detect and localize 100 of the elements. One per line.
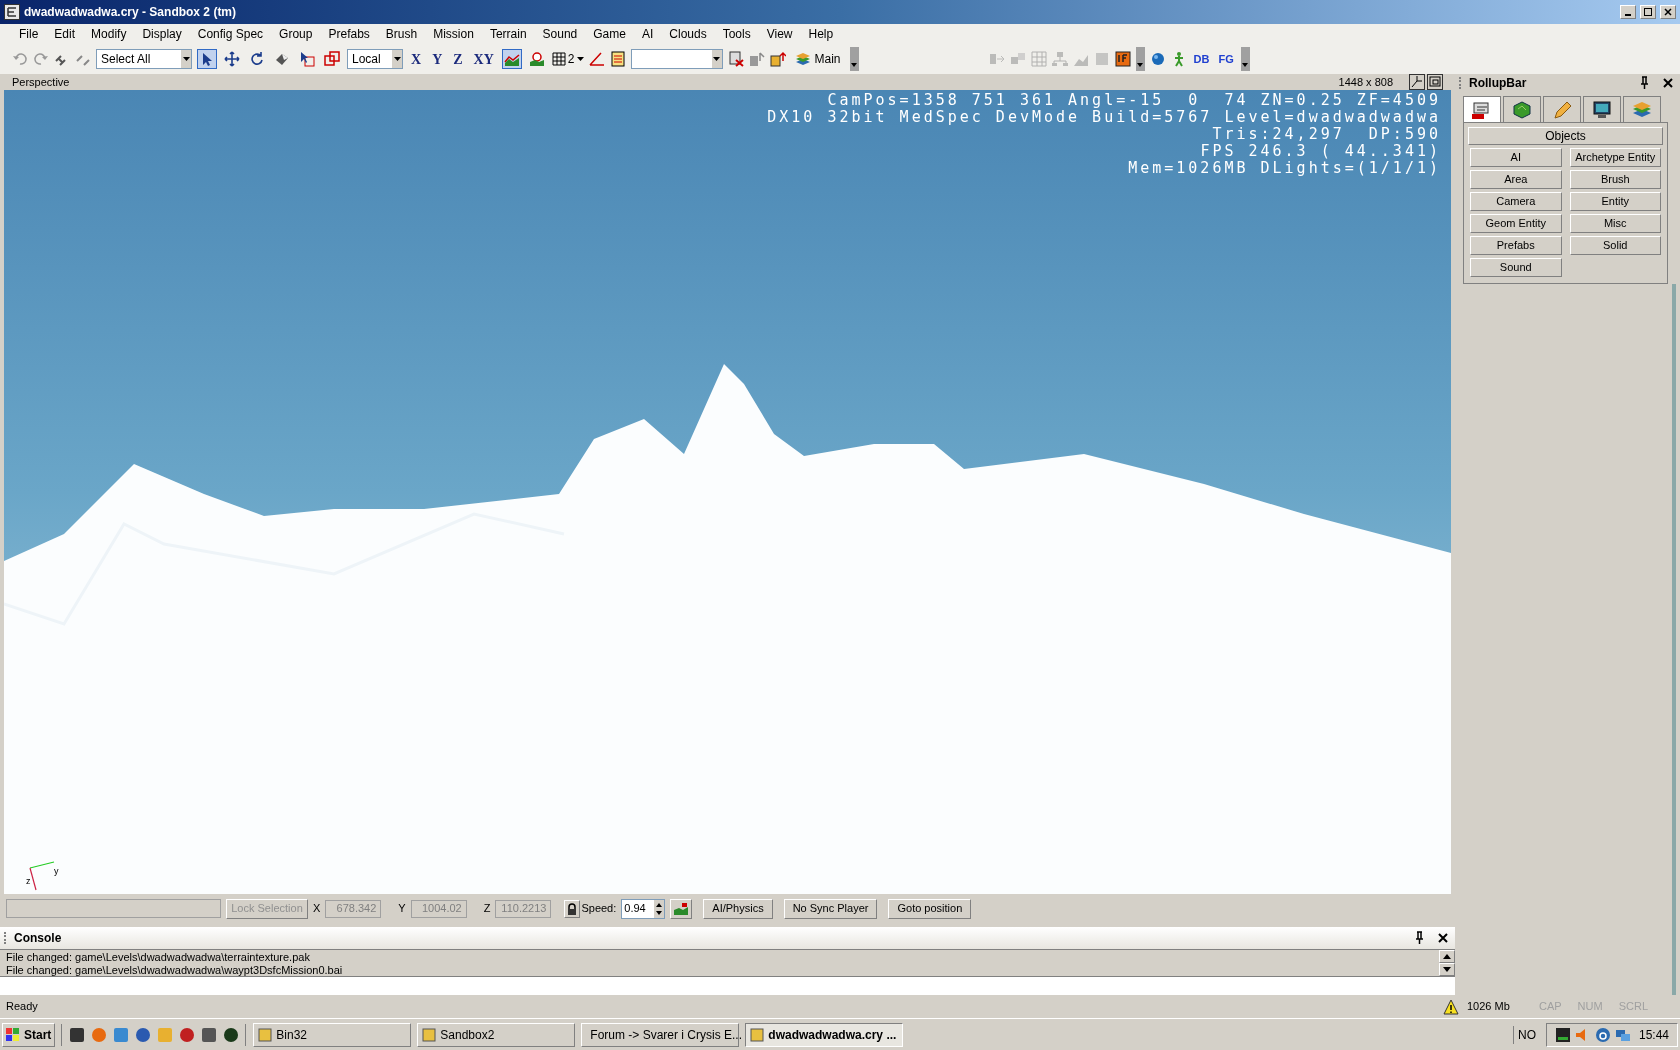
menu-item[interactable]: Modify <box>84 25 134 43</box>
caret-icon <box>576 57 584 61</box>
close-button[interactable] <box>1660 5 1676 19</box>
axis-button[interactable]: Z <box>450 49 466 69</box>
axis-button[interactable]: XY <box>470 49 497 69</box>
menu-item[interactable]: Display <box>135 25 189 43</box>
menu-item[interactable]: File <box>12 25 46 43</box>
action-button[interactable]: No Sync Player <box>783 898 878 919</box>
menu-item[interactable]: Sound <box>535 25 585 43</box>
taskbar-button[interactable]: dwadwadwadwa.cry ... <box>745 1022 904 1047</box>
maximize-button[interactable] <box>1640 5 1656 19</box>
import-icon[interactable] <box>769 51 786 67</box>
object-type-button[interactable]: Area <box>1470 170 1562 189</box>
language-indicator[interactable]: NO <box>1512 1025 1540 1044</box>
object-type-button[interactable]: Brush <box>1569 170 1661 189</box>
menu-item[interactable]: Brush <box>378 25 425 43</box>
clock: 15:44 <box>1638 1026 1669 1044</box>
display-tab-icon[interactable] <box>1583 96 1621 122</box>
debug-toggle[interactable]: DB <box>1191 50 1212 68</box>
axis-button[interactable]: X <box>408 49 425 69</box>
windows-logo-icon <box>6 1027 20 1042</box>
viewport-layout-icon[interactable] <box>1409 74 1425 90</box>
letter-icon[interactable] <box>1594 1026 1611 1043</box>
object-type-button[interactable]: Solid <box>1569 236 1661 255</box>
angle-icon[interactable] <box>588 51 605 67</box>
object-type-button[interactable]: Camera <box>1470 192 1562 211</box>
menu-item[interactable]: AI <box>634 25 661 43</box>
terrain-follow-icon[interactable] <box>670 898 693 919</box>
snap-terrain-icon[interactable] <box>501 49 522 69</box>
object-type-button[interactable]: Archetype Entity <box>1569 148 1661 167</box>
menu-item[interactable]: Tools <box>715 25 758 43</box>
action-button[interactable]: Goto position <box>888 898 972 919</box>
toolbar-overflow-icon[interactable] <box>1135 47 1145 71</box>
menu-item[interactable]: Prefabs <box>321 25 377 43</box>
memory-indicator: 1026 Mb <box>1466 999 1511 1015</box>
taskbar-button[interactable]: Bin32 <box>253 1022 412 1047</box>
taskbar-button[interactable]: Forum -> Svarer i Crysis E... <box>581 1022 740 1047</box>
viewport[interactable]: CamPos=1358 751 361 Angl=-15 0 74 ZN=0.25 ZF=4509 DX10 32bit MedSpec DevMode Build=5767 Level=dwadwadwadwa Tris:24,297 DP:590 FPS 246.3 ( 44..341) Mem=1026MB DLights=(1/1/1) y z <box>4 90 1451 894</box>
layer-button[interactable]: Main <box>790 49 845 69</box>
layers-tab-icon[interactable] <box>1623 96 1661 122</box>
object-type-button[interactable]: Misc <box>1569 214 1661 233</box>
menu-item[interactable]: Terrain <box>482 25 534 43</box>
menu-item[interactable]: Game <box>586 25 633 43</box>
speed-spinner[interactable]: 0.94 <box>621 898 666 919</box>
action-button[interactable]: AI/Physics <box>703 898 773 919</box>
object-type-button[interactable]: AI <box>1470 148 1562 167</box>
object-type-button[interactable]: Entity <box>1569 192 1661 211</box>
object-type-button[interactable]: Prefabs <box>1470 236 1562 255</box>
coordinate-system-dropdown[interactable]: Local <box>347 49 403 69</box>
status-text: Ready <box>6 999 38 1015</box>
object-name-field[interactable] <box>630 49 723 69</box>
window-icon <box>422 1027 437 1042</box>
object-type-button[interactable]: Sound <box>1470 258 1562 277</box>
object-type-button[interactable]: Geom Entity <box>1470 214 1562 233</box>
objects-tab-icon[interactable] <box>1463 96 1501 122</box>
debug-toggle[interactable]: FG <box>1216 50 1236 68</box>
delete-icon[interactable] <box>727 51 744 67</box>
grid-button[interactable]: 2 <box>551 49 584 69</box>
console-scrollbar[interactable] <box>1439 950 1455 976</box>
notes-icon[interactable] <box>609 51 626 67</box>
flowgraph-icon[interactable] <box>1114 51 1131 67</box>
globe-icon[interactable] <box>1149 51 1166 67</box>
start-button[interactable]: Start <box>2 1022 56 1047</box>
axis-gizmo-drawing: y z <box>24 858 64 892</box>
menu-item[interactable]: Edit <box>47 25 83 43</box>
menu-item[interactable]: Clouds <box>662 25 714 43</box>
y-label: Y <box>398 901 406 917</box>
taskbar-button[interactable]: Sandbox2 <box>417 1022 576 1047</box>
minimize-button[interactable] <box>1620 5 1636 19</box>
toolbar-overflow-icon[interactable] <box>1240 47 1250 71</box>
lock-icon[interactable] <box>564 899 581 918</box>
menu-item[interactable]: View <box>759 25 800 43</box>
window-title: dwadwadwadwa.cry - Sandbox 2 (tm) <box>24 4 237 21</box>
menu-item[interactable]: Config Spec <box>190 25 271 43</box>
window-icon <box>750 1027 765 1042</box>
viewport-resolution: 1448 x 808 <box>1338 74 1393 90</box>
menu-item[interactable]: Mission <box>426 25 481 43</box>
render-stats-text: Mem=1026MB DLights=(1/1/1) <box>1128 160 1441 177</box>
terrain-tab-icon[interactable] <box>1503 96 1541 122</box>
move-tool-icon[interactable] <box>222 49 242 69</box>
selection-set-dropdown[interactable]: Select All <box>96 49 192 69</box>
layers-icon <box>794 51 811 67</box>
axis-button[interactable]: Y <box>429 49 446 69</box>
maximize-viewport-icon[interactable] <box>1427 74 1443 90</box>
warning-icon[interactable] <box>1442 998 1459 1015</box>
pointer-tool-icon[interactable] <box>197 49 217 69</box>
x-label: X <box>313 901 321 917</box>
rollup-title: RollupBar <box>1469 75 1527 92</box>
box-tool-icon[interactable] <box>322 49 342 69</box>
toolbar-overflow-icon[interactable] <box>849 47 859 71</box>
console-line: File changed: game\Levels\dwadwadwadwa\waypt3DsfcMission0.bai <box>6 964 344 977</box>
menu-item[interactable]: Group <box>272 25 320 43</box>
up-arrow-icon <box>1443 954 1451 959</box>
close-icon <box>1664 8 1672 16</box>
menu-item[interactable]: Help <box>801 25 841 43</box>
modify-tab-icon[interactable] <box>1543 96 1581 122</box>
objects-section-header[interactable]: Objects <box>1468 127 1663 145</box>
console-input-field[interactable] <box>0 977 1455 995</box>
z-label: Z <box>483 901 491 917</box>
viewport-name[interactable]: Perspective <box>12 73 70 91</box>
